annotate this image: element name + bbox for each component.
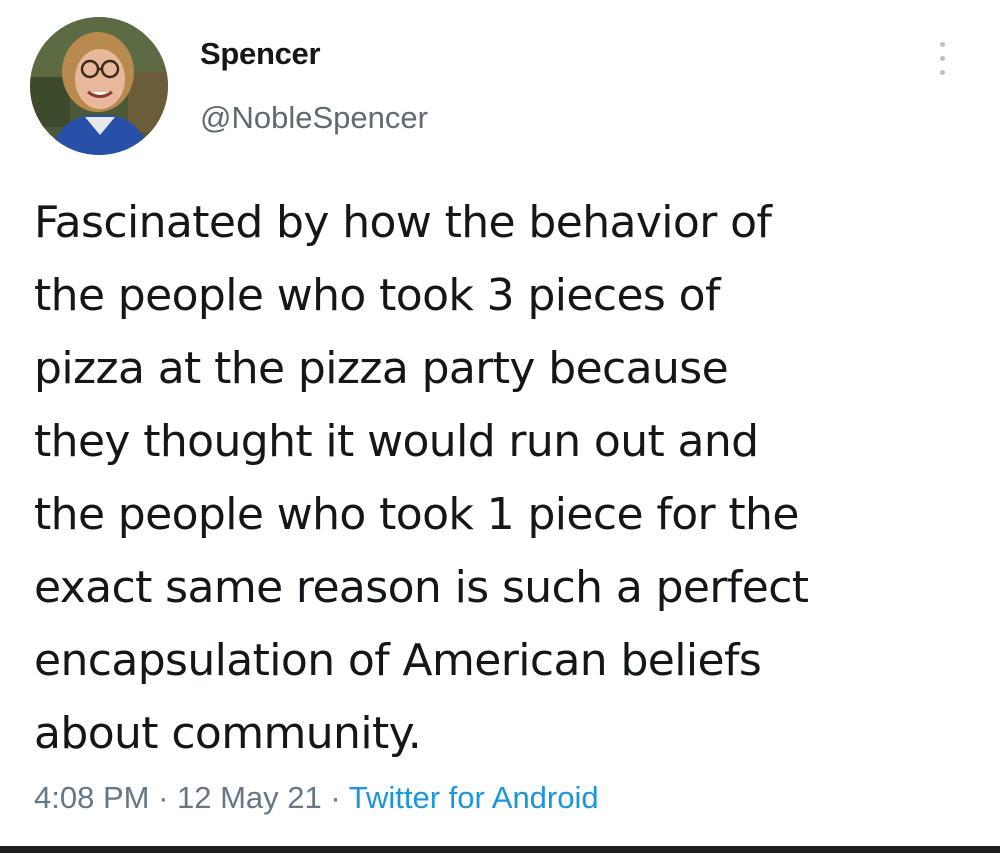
avatar[interactable] (30, 17, 168, 155)
more-vertical-icon[interactable] (928, 38, 958, 82)
display-name[interactable]: Spencer (200, 36, 321, 72)
tweet-source-link[interactable]: Twitter for Android (349, 780, 599, 815)
meta-separator: · (149, 780, 178, 815)
tweet-text-line: about community. (34, 708, 422, 759)
meta-separator: · (321, 780, 349, 815)
tweet-date[interactable]: 12 May 21 (177, 780, 322, 815)
tweet-text-line: the people who took 1 piece for the (34, 489, 799, 540)
tweet-meta: 4:08 PM · 12 May 21 · Twitter for Androi… (34, 780, 599, 816)
tweet-time[interactable]: 4:08 PM (34, 780, 149, 815)
tweet-text-line: exact same reason is such a perfect (34, 562, 809, 613)
tweet-text-line: they thought it would run out and (34, 416, 759, 467)
user-handle[interactable]: @NobleSpencer (200, 100, 428, 136)
tweet-text-line: encapsulation of American beliefs (34, 635, 762, 686)
tweet-text-line: the people who took 3 pieces of (34, 270, 720, 321)
bottom-divider (0, 846, 1000, 853)
tweet-text-line: Fascinated by how the behavior of (34, 197, 772, 248)
profile-photo-icon (30, 17, 168, 155)
tweet-text-line: pizza at the pizza party because (34, 343, 729, 394)
tweet-card: Spencer @NobleSpencer Fascinated by how … (0, 0, 1000, 846)
tweet-text: Fascinated by how the behavior of the pe… (34, 186, 974, 770)
